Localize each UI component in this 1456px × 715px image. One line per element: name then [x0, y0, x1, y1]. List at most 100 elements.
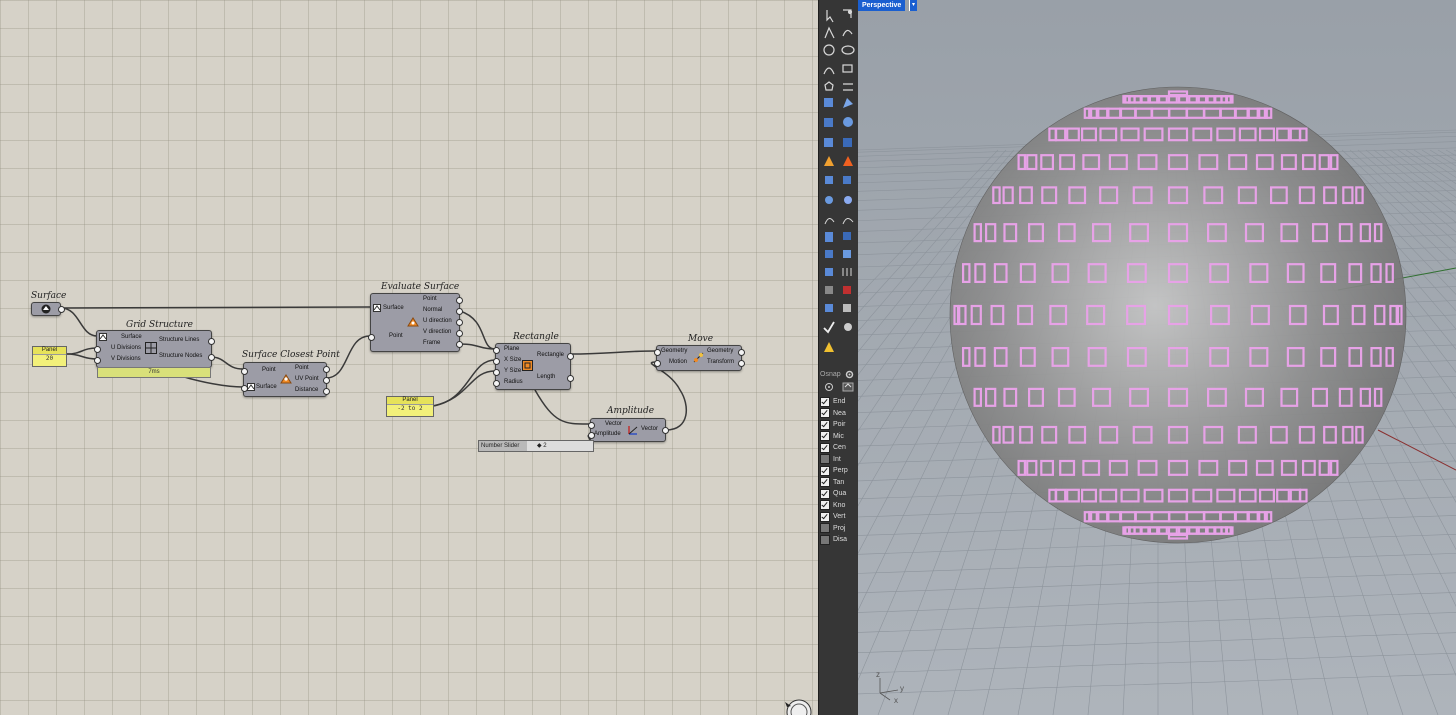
viewport-menu-arrow-icon[interactable]: ▾ [909, 0, 917, 11]
slider-value[interactable]: ◆ 2 [537, 441, 547, 451]
osnap-label: Vert [833, 513, 846, 520]
curve-icon [842, 29, 853, 37]
join-icon [843, 176, 851, 184]
offset-icon [843, 83, 853, 91]
layer-icon [825, 304, 833, 312]
input-port[interactable] [368, 334, 375, 341]
input-port[interactable] [493, 347, 500, 354]
extrude-icon [824, 118, 833, 127]
fillet-icon [824, 218, 835, 225]
osnap-item[interactable]: Int [820, 454, 841, 465]
panel-20[interactable]: Panel 20 [32, 346, 67, 367]
axis-label-z: z [876, 670, 880, 679]
wire [66, 353, 98, 360]
options-icon [824, 342, 834, 352]
input-port[interactable] [493, 380, 500, 387]
osnap-checkbox[interactable] [820, 396, 830, 407]
output-port[interactable] [738, 360, 745, 367]
input-label-geometry: Geometry [661, 348, 688, 354]
input-port[interactable] [588, 422, 595, 429]
osnap-item[interactable]: Nea [820, 408, 846, 419]
output-port[interactable] [456, 319, 463, 326]
osnap-title: Osnap [820, 371, 841, 378]
osnap-item[interactable]: Poir [820, 419, 845, 430]
osnap-checkbox[interactable] [820, 454, 830, 464]
gear-icon[interactable] [845, 370, 854, 379]
grid-icon [145, 342, 157, 354]
input-port[interactable] [94, 346, 101, 353]
osnap-item[interactable]: Mic [820, 431, 844, 442]
output-port[interactable] [208, 338, 215, 345]
move-component[interactable]: Geometry Motion Geometry Transform [654, 345, 745, 371]
osnap-item[interactable]: Disa [820, 534, 847, 545]
osnap-item[interactable]: Kno [820, 500, 845, 511]
output-port[interactable] [323, 366, 330, 373]
input-label-u-divisions: U Divisions [111, 345, 142, 351]
panel-value: 20 [45, 355, 54, 362]
osnap-checkbox[interactable] [820, 534, 830, 545]
osnap-checkbox[interactable] [820, 488, 830, 499]
perspective-viewport[interactable]: y z x Perspective ▾ [858, 0, 1456, 715]
lock-icon[interactable] [842, 382, 854, 392]
osnap-checkbox[interactable] [820, 442, 830, 453]
output-port[interactable] [456, 330, 463, 337]
grid-structure-component[interactable]: Surface U Divisions V Divisions Structur… [94, 330, 215, 368]
osnap-checkbox[interactable] [820, 511, 830, 522]
osnap-checkbox[interactable] [820, 408, 830, 418]
output-port[interactable] [456, 308, 463, 315]
surface-closest-point-title: Surface Closest Point [242, 350, 340, 360]
rectangle-component[interactable]: Plane X Size Y Size Radius Rectangle Len… [493, 343, 574, 390]
text-icon [825, 232, 833, 242]
output-port[interactable] [738, 349, 745, 356]
canvas-navigation-widget[interactable] [782, 696, 818, 715]
osnap-item[interactable]: Qua [820, 488, 846, 499]
output-port[interactable] [58, 306, 65, 313]
input-label-point: Point [262, 367, 276, 373]
surface-closest-point-component[interactable]: Point Surface Point UV Point Distance [241, 362, 330, 397]
output-port[interactable] [662, 427, 669, 434]
surface-param-icon [99, 333, 107, 341]
input-port[interactable] [493, 369, 500, 376]
grasshopper-canvas[interactable]: Surface Panel 20 Grid Structure Surface … [0, 0, 818, 715]
osnap-checkbox[interactable] [820, 523, 830, 533]
osnap-item[interactable]: Proj [820, 523, 845, 534]
viewport-title-tab[interactable]: Perspective [858, 0, 906, 11]
input-port[interactable] [654, 360, 661, 367]
osnap-item[interactable]: Perp [820, 465, 848, 476]
osnap-item[interactable]: Cen [820, 442, 846, 453]
output-port[interactable] [323, 388, 330, 395]
amplitude-component[interactable]: Vector Amplitude Vector [588, 418, 669, 442]
osnap-item[interactable]: Tan [820, 477, 844, 488]
evaluate-surface-component[interactable]: Surface Point Point Normal U direction V… [368, 293, 463, 352]
osnap-checkbox[interactable] [820, 431, 830, 441]
osnap-checkbox[interactable] [820, 465, 830, 476]
osnap-target-icon[interactable] [824, 382, 834, 392]
osnap-item[interactable]: End [820, 396, 845, 407]
panel-range[interactable]: Panel -2 to 2 [386, 396, 434, 417]
sphere-icon [843, 117, 853, 127]
output-port[interactable] [567, 353, 574, 360]
output-label-point: Point [423, 296, 437, 302]
input-port[interactable] [493, 358, 500, 365]
surface-param-icon [41, 304, 51, 314]
osnap-checkbox[interactable] [820, 500, 830, 510]
input-port[interactable] [94, 357, 101, 364]
input-port[interactable] [654, 349, 661, 356]
osnap-label: Cen [833, 444, 846, 451]
output-port[interactable] [456, 341, 463, 348]
osnap-checkbox[interactable] [820, 477, 830, 487]
output-port[interactable] [208, 354, 215, 361]
output-label-structure-lines: Structure Lines [159, 337, 200, 343]
output-port[interactable] [456, 297, 463, 304]
output-port[interactable] [323, 377, 330, 384]
input-port[interactable] [241, 368, 248, 375]
surface-param[interactable] [31, 302, 65, 316]
blend-icon [842, 218, 854, 225]
output-port[interactable] [567, 375, 574, 382]
output-label-u-direction: U direction [423, 318, 452, 324]
number-slider[interactable]: Number Slider ◆ 2 [478, 440, 594, 452]
osnap-checkbox[interactable] [820, 419, 830, 430]
axis-label-y: y [900, 684, 904, 693]
rectangle-icon [842, 64, 853, 73]
osnap-item[interactable]: Vert [820, 511, 845, 522]
